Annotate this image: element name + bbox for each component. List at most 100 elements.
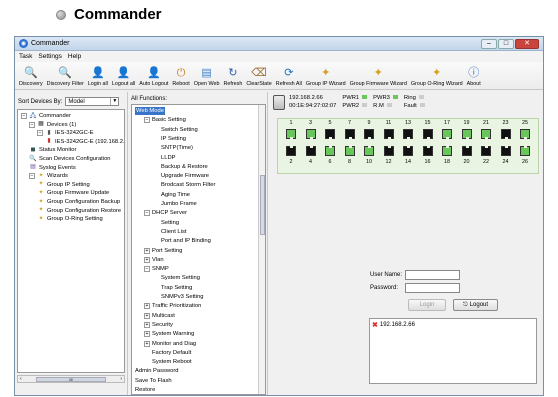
- tree-item[interactable]: ✦ Group Configuration Restore: [37, 207, 121, 215]
- logout-button[interactable]: ⎋ Logout: [453, 299, 498, 311]
- function-item[interactable]: + Monitor and Diag: [144, 340, 196, 348]
- login-button[interactable]: Login: [408, 299, 446, 311]
- toolbar-button-about[interactable]: ⓘ About: [467, 67, 481, 87]
- toolbar-button-logout-all[interactable]: 👤 Logout all: [112, 67, 135, 87]
- port-icon[interactable]: [305, 129, 316, 139]
- collapse-toggle-icon[interactable]: −: [29, 121, 35, 128]
- scroll-left-icon[interactable]: ‹: [20, 376, 22, 382]
- port-icon[interactable]: [481, 129, 491, 139]
- port-icon[interactable]: [461, 146, 472, 156]
- tree-item[interactable]: − ✦ Wizards: [29, 172, 68, 180]
- tree-item[interactable]: − 🖧 Commander: [21, 112, 71, 120]
- device-tree[interactable]: − 🖧 Commander − ▦ Devices (1) − ▮ IES-3242GC-E ▮ I…: [17, 109, 125, 373]
- collapse-toggle-icon[interactable]: −: [29, 173, 35, 180]
- tree-item[interactable]: ✦ Group IP Setting: [37, 181, 89, 189]
- port-icon[interactable]: [520, 146, 530, 156]
- port-icon[interactable]: [422, 129, 433, 139]
- tree-item[interactable]: ✦ Group Firmware Update: [37, 189, 109, 197]
- collapse-icon[interactable]: −: [144, 210, 150, 217]
- port-icon[interactable]: [305, 146, 316, 156]
- port-icon[interactable]: [344, 129, 355, 139]
- toolbar-button-auto-logout[interactable]: 👤 Auto Logout: [139, 67, 168, 87]
- toolbar-button-refresh-all[interactable]: ⟳ Refresh All: [276, 67, 302, 87]
- port-icon[interactable]: [325, 146, 335, 156]
- result-item[interactable]: ✖ 192.168.2.66: [372, 321, 415, 329]
- function-item[interactable]: Restore: [135, 386, 155, 394]
- password-input[interactable]: [405, 283, 461, 293]
- port-icon[interactable]: [481, 146, 491, 156]
- function-item[interactable]: SNMPv3 Setting: [161, 293, 204, 301]
- function-item[interactable]: − DHCP Server: [144, 209, 187, 217]
- function-item[interactable]: SNTP(Time): [161, 144, 193, 152]
- function-item[interactable]: Upgrade Firmware: [161, 172, 209, 180]
- function-item[interactable]: Jumbo Frame: [161, 200, 197, 208]
- tree-item[interactable]: 🔍 Scan Devices Configuration: [29, 155, 110, 163]
- collapse-icon[interactable]: −: [144, 117, 150, 124]
- expand-icon[interactable]: +: [144, 321, 150, 328]
- expand-icon[interactable]: +: [144, 312, 150, 319]
- toolbar-button-group-o-ring-wizard[interactable]: ✦ Group O-Ring Wizard: [411, 67, 463, 87]
- port-icon[interactable]: [461, 129, 472, 139]
- port-icon[interactable]: [500, 129, 511, 139]
- toolbar-button-group-firmware-wizard[interactable]: ✦ Group Firmware Wizard: [350, 67, 407, 87]
- function-item[interactable]: + System Warning: [144, 330, 194, 338]
- scroll-thumb[interactable]: III: [36, 376, 106, 382]
- function-item[interactable]: Save To Flash: [135, 377, 172, 385]
- menu-settings[interactable]: Settings: [38, 53, 62, 60]
- toolbar-button-refresh[interactable]: ↻ Refresh: [223, 67, 242, 87]
- expand-icon[interactable]: +: [144, 340, 150, 347]
- port-icon[interactable]: [364, 129, 374, 139]
- scroll-right-icon[interactable]: ›: [120, 376, 122, 382]
- function-item[interactable]: System Reboot: [152, 358, 192, 366]
- port-icon[interactable]: [520, 129, 530, 139]
- username-input[interactable]: [405, 270, 461, 280]
- function-item[interactable]: System Setting: [161, 274, 200, 282]
- functions-tree[interactable]: Web Mode − Basic Setting Switch Setting IP S…: [131, 104, 266, 395]
- port-icon[interactable]: [286, 146, 296, 156]
- port-icon[interactable]: [403, 146, 413, 156]
- port-icon[interactable]: [286, 129, 296, 139]
- function-item[interactable]: − Basic Setting: [144, 116, 186, 124]
- function-item[interactable]: + Port Setting: [144, 247, 182, 255]
- port-icon[interactable]: [344, 146, 355, 156]
- expand-icon[interactable]: +: [144, 331, 150, 338]
- login-result-list[interactable]: ✖ 192.168.2.66: [369, 318, 537, 384]
- function-item[interactable]: LLDP: [161, 154, 176, 162]
- toolbar-button-open-web[interactable]: ▤ Open Web: [194, 67, 220, 87]
- toolbar-button-discovery[interactable]: 🔍 Discovery: [19, 67, 43, 87]
- port-icon[interactable]: [383, 146, 394, 156]
- toolbar-button-login-all[interactable]: 👤 Login all: [88, 67, 108, 87]
- expand-icon[interactable]: +: [144, 256, 150, 263]
- function-item[interactable]: + Security: [144, 321, 173, 329]
- tree-item[interactable]: − ▮ IES-3242GC-E: [37, 129, 94, 137]
- function-item[interactable]: Aging Time: [161, 191, 190, 199]
- tree-item[interactable]: ◼ Status Monitor: [29, 146, 77, 154]
- function-item[interactable]: + Vlan: [144, 256, 164, 264]
- collapse-icon[interactable]: −: [144, 266, 150, 273]
- toolbar-button-reboot[interactable]: ⏻ Reboot: [172, 67, 189, 87]
- scroll-thumb[interactable]: [260, 175, 265, 235]
- menu-help[interactable]: Help: [68, 53, 81, 60]
- collapse-toggle-icon[interactable]: −: [37, 130, 43, 137]
- function-item[interactable]: Client List: [161, 228, 186, 236]
- function-item[interactable]: − SNMP: [144, 265, 169, 273]
- function-item[interactable]: Factory Default: [152, 349, 191, 357]
- port-icon[interactable]: [325, 129, 335, 139]
- vertical-scrollbar[interactable]: [258, 105, 265, 394]
- tree-item[interactable]: ▤ Syslog Events: [29, 164, 76, 172]
- tree-item[interactable]: ▮ IES-3242GC-E (192.168.2.66,: [45, 138, 124, 146]
- port-icon[interactable]: [403, 129, 413, 139]
- function-item[interactable]: Admin Password: [135, 367, 179, 375]
- menu-task[interactable]: Task: [19, 53, 32, 60]
- port-icon[interactable]: [364, 146, 374, 156]
- expand-icon[interactable]: +: [144, 303, 150, 310]
- tree-item[interactable]: ✦ Group Configuration Backup: [37, 198, 120, 206]
- tree-item[interactable]: ✦ Group O-Ring Setting: [37, 215, 102, 223]
- function-item[interactable]: Switch Setting: [161, 126, 198, 134]
- port-icon[interactable]: [500, 146, 511, 156]
- port-icon[interactable]: [422, 146, 433, 156]
- function-item[interactable]: IP Setting: [161, 135, 186, 143]
- sort-select[interactable]: Model ▼: [65, 97, 120, 106]
- close-button[interactable]: ✕: [515, 38, 539, 49]
- function-item[interactable]: + Traffic Prioritization: [144, 302, 201, 310]
